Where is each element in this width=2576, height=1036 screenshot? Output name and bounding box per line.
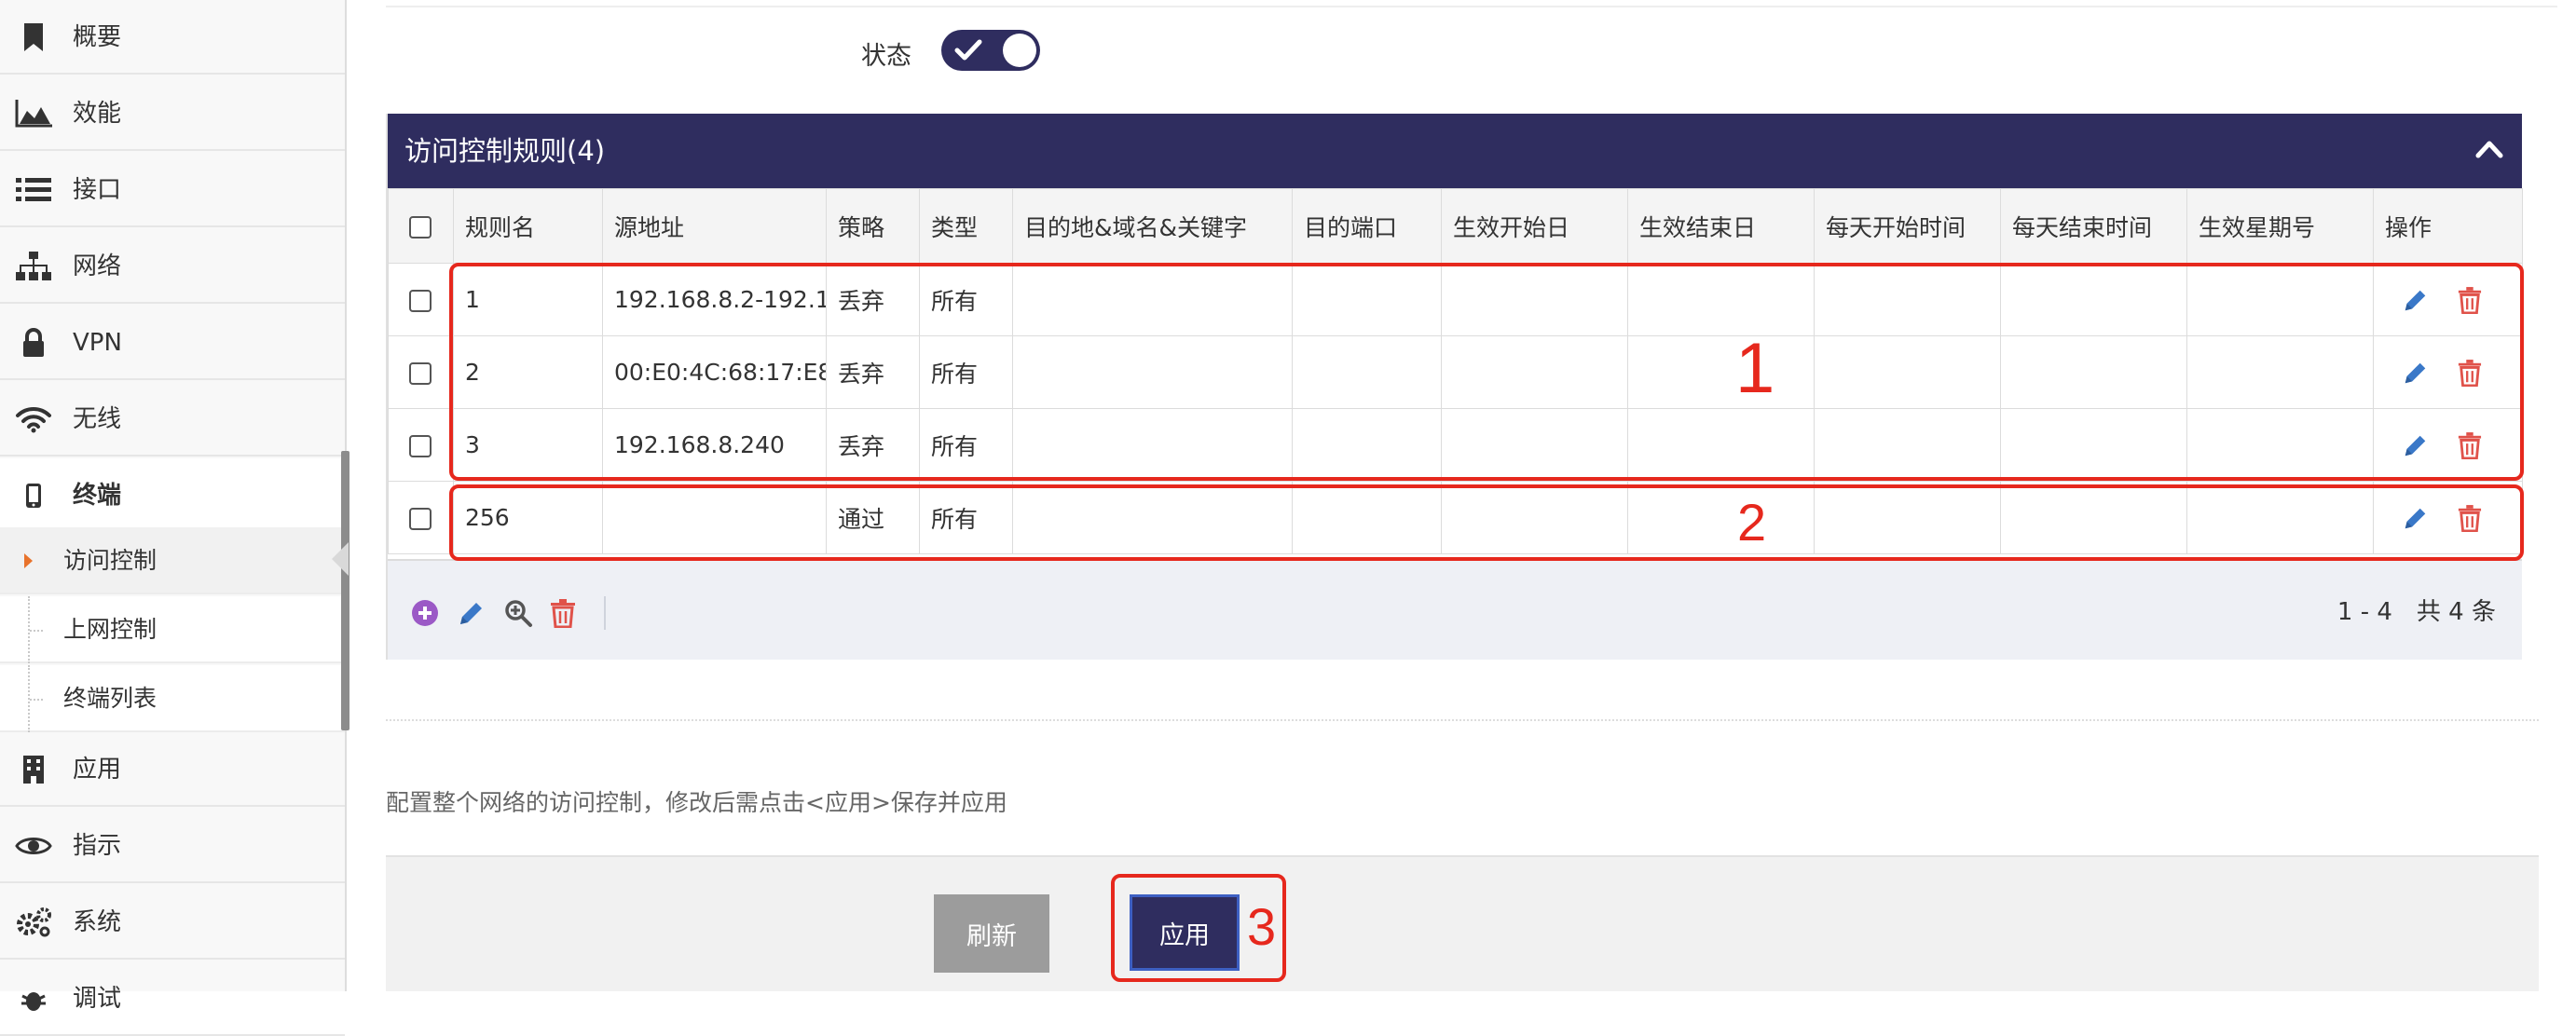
column-header[interactable]: 规则名 xyxy=(453,188,603,264)
column-header[interactable]: 每天结束时间 xyxy=(2000,188,2187,264)
annotation-number-2: 2 xyxy=(1737,493,1767,552)
sidebar: 概要 效能 接口 网络 VPN 无线 终端 访问控制 上网控制 终端列表 应用 … xyxy=(0,0,349,1036)
sidebar-subitem-label: 上网控制 xyxy=(63,616,158,643)
table-header-row: 规则名 源地址 策略 类型 目的地&域名&关键字 目的端口 生效开始日 生效结束… xyxy=(388,188,2523,264)
pagination-info: 1 - 4 共 4 条 xyxy=(2336,598,2496,626)
row-checkbox[interactable] xyxy=(409,362,432,385)
help-text: 配置整个网络的访问控制，修改后需点击<应用>保存并应用 xyxy=(386,789,1007,816)
sidebar-subitem-label: 访问控制 xyxy=(63,547,158,574)
toolbar-separator xyxy=(604,596,606,630)
sitemap-icon xyxy=(15,250,52,283)
tree-line xyxy=(30,630,43,632)
sidebar-item-debug[interactable]: 调试 xyxy=(0,961,345,1036)
row-select-cell xyxy=(388,408,454,482)
row-checkbox[interactable] xyxy=(409,290,432,312)
table-toolbar: 1 - 4 共 4 条 xyxy=(388,559,2522,660)
search-zoom-icon[interactable] xyxy=(503,598,533,628)
row-checkbox[interactable] xyxy=(409,508,432,530)
row-checkbox[interactable] xyxy=(409,435,432,457)
column-header[interactable]: 策略 xyxy=(826,188,920,264)
column-header[interactable]: 源地址 xyxy=(602,188,827,264)
sidebar-item-label: 效能 xyxy=(73,100,122,128)
active-caret-icon xyxy=(24,553,33,568)
area-chart-icon xyxy=(15,97,52,130)
add-icon[interactable] xyxy=(410,598,440,628)
column-header[interactable]: 生效星期号 xyxy=(2186,188,2374,264)
panel-header: 访问控制规则(4) xyxy=(388,114,2522,188)
column-header[interactable]: 目的端口 xyxy=(1292,188,1442,264)
dotted-divider xyxy=(386,719,2539,721)
list-icon xyxy=(15,173,52,207)
column-header[interactable]: 类型 xyxy=(919,188,1013,264)
tree-line xyxy=(30,699,43,701)
sidebar-item-terminal[interactable]: 终端 xyxy=(0,458,345,533)
sidebar-item-vpn[interactable]: VPN xyxy=(0,306,345,380)
mobile-icon xyxy=(15,479,52,512)
sidebar-item-label: 应用 xyxy=(73,756,122,784)
sidebar-subitem-label: 终端列表 xyxy=(63,685,158,712)
sidebar-item-label: 指示 xyxy=(73,832,122,860)
divider xyxy=(386,6,2557,7)
status-label: 状态 xyxy=(861,42,911,71)
action-bar: 刷新 应用 xyxy=(386,855,2539,991)
select-all-checkbox[interactable] xyxy=(409,216,432,239)
active-pointer xyxy=(332,542,349,576)
refresh-button[interactable]: 刷新 xyxy=(934,894,1049,973)
sidebar-item-label: 网络 xyxy=(73,252,122,280)
main-content: 状态 访问控制规则(4) 规则名 源地址 策略 类型 目的地&域名&关键字 目的… xyxy=(349,0,2576,991)
bookmark-icon xyxy=(15,20,52,54)
sidebar-item-system[interactable]: 系统 xyxy=(0,885,345,960)
sidebar-item-network[interactable]: 网络 xyxy=(0,229,345,304)
sidebar-subitem-internet-control[interactable]: 上网控制 xyxy=(0,596,345,663)
row-select-cell xyxy=(388,263,454,336)
column-header: 操作 xyxy=(2373,188,2523,264)
status-toggle[interactable] xyxy=(941,30,1040,71)
sidebar-subitem-terminal-list[interactable]: 终端列表 xyxy=(0,665,345,732)
select-all-cell xyxy=(388,188,454,264)
column-header[interactable]: 生效结束日 xyxy=(1627,188,1815,264)
lock-icon xyxy=(15,326,52,360)
annotation-box-2 xyxy=(449,484,2524,561)
sidebar-item-label: 无线 xyxy=(73,405,122,433)
panel-title: 访问控制规则(4) xyxy=(404,135,606,167)
cogs-icon xyxy=(15,906,52,939)
sidebar-item-label: 调试 xyxy=(73,985,122,1013)
sidebar-item-label: 终端 xyxy=(73,482,122,510)
sidebar-item-label: 系统 xyxy=(73,908,122,936)
chevron-up-icon[interactable] xyxy=(2475,138,2503,160)
column-header[interactable]: 目的地&域名&关键字 xyxy=(1012,188,1293,264)
sidebar-item-performance[interactable]: 效能 xyxy=(0,76,345,151)
sidebar-item-interfaces[interactable]: 接口 xyxy=(0,153,345,227)
building-icon xyxy=(15,753,52,786)
sidebar-item-label: VPN xyxy=(73,329,122,357)
check-icon xyxy=(954,39,982,61)
edit-icon[interactable] xyxy=(457,598,486,628)
wifi-icon xyxy=(15,402,52,436)
sidebar-subitem-access-control[interactable]: 访问控制 xyxy=(0,527,345,594)
annotation-number-3: 3 xyxy=(1247,897,1277,956)
sidebar-item-overview[interactable]: 概要 xyxy=(0,0,345,75)
annotation-number-1: 1 xyxy=(1735,329,1775,408)
sidebar-item-label: 接口 xyxy=(73,176,122,204)
eye-icon xyxy=(15,829,52,863)
column-header[interactable]: 生效开始日 xyxy=(1441,188,1628,264)
bug-icon xyxy=(15,982,52,1016)
annotation-box-1 xyxy=(449,263,2524,481)
toggle-knob xyxy=(1003,34,1036,67)
column-header[interactable]: 每天开始时间 xyxy=(1814,188,2001,264)
sidebar-item-label: 概要 xyxy=(73,23,122,51)
sidebar-item-indicator[interactable]: 指示 xyxy=(0,809,345,883)
sidebar-item-apps[interactable]: 应用 xyxy=(0,732,345,807)
delete-icon[interactable] xyxy=(550,598,576,628)
sidebar-item-wireless[interactable]: 无线 xyxy=(0,382,345,457)
row-select-cell xyxy=(388,335,454,409)
row-select-cell xyxy=(388,481,454,554)
